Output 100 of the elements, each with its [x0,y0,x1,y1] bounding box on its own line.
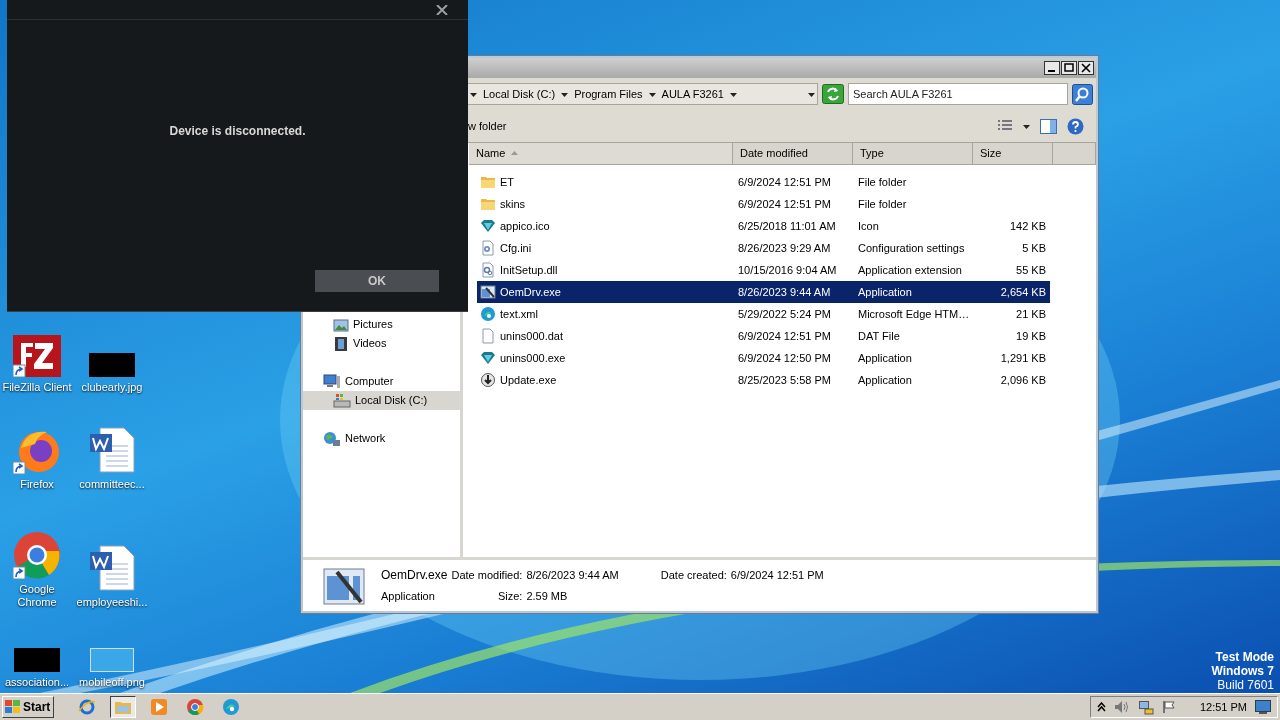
type-cell-text: File folder [857,196,908,212]
start-button[interactable]: Start [2,696,54,718]
file-row[interactable]: ET 6/9/2024 12:51 PM File folder [477,171,1050,193]
file-row[interactable]: unins000.dat 6/9/2024 12:51 PM DAT File 19 KB [477,325,1050,347]
new-folder-button[interactable]: w folder [468,117,507,135]
nav-item[interactable]: Videos [303,334,460,353]
breadcrumb[interactable]: Program Files [574,85,643,103]
type-cell-text: Icon [857,218,880,234]
file-row[interactable]: appico.ico 6/25/2018 11:01 AM Icon 142 KB [477,215,1050,237]
maximize-icon[interactable] [1061,61,1077,75]
type-cell-text: Application extension [857,262,963,278]
ok-button[interactable]: OK [315,270,439,292]
column-header[interactable]: Type [853,143,973,164]
view-options-icon[interactable] [997,119,1013,133]
date-cell-text: 8/26/2023 9:44 AM [737,284,832,300]
detail-value: 6/9/2024 12:51 PM [730,568,824,584]
file-name: OemDrv.exe [500,284,561,300]
gem-icon [480,218,496,234]
installer-icon [480,372,496,388]
play-icon [150,698,168,716]
file-row[interactable]: skins 6/9/2024 12:51 PM File folder [477,193,1050,215]
type-cell-text: Application [857,284,913,300]
type-cell-text: Application [857,350,913,366]
nav-item[interactable]: Computer [303,372,460,391]
file-name: Update.exe [500,372,557,388]
size-cell-text: 2,096 KB [999,372,1047,388]
folder-icon [480,174,496,190]
detail-file-type: Application [381,589,436,605]
pictures-icon [333,316,349,333]
refresh-icon[interactable] [822,84,844,104]
file-name: unins000.dat [500,328,563,344]
file-name: appico.ico [500,218,550,234]
date-cell-text: 6/25/2018 11:01 AM [737,218,837,234]
detail-label: Date created: [659,568,727,584]
desktop-shortcut[interactable]: association... [0,615,74,695]
swirl-logo-icon [480,306,496,322]
column-header[interactable]: Name [469,143,733,164]
view-caret-icon[interactable] [1023,122,1030,130]
size-cell-text: 55 KB [1015,262,1047,278]
ring-logo-icon [186,698,204,716]
preview-pane-icon[interactable] [1040,118,1057,134]
file-name: ET [500,174,515,190]
nav-item[interactable]: Network [303,429,460,448]
application-icon [323,565,367,606]
date-cell-text: 6/9/2024 12:51 PM [737,196,832,212]
date-cell-text: 6/9/2024 12:50 PM [737,350,832,366]
caret-icon[interactable] [729,90,737,98]
build-label: Build 7601 [1217,678,1274,692]
caret-icon[interactable] [561,90,569,98]
close-icon[interactable] [436,4,448,15]
type-cell-text: Application [857,372,913,388]
type-cell-text: Configuration settings [857,240,966,256]
file-row[interactable]: Cfg.ini 8/26/2023 9:29 AM Configuration settings 5 KB [477,237,1050,259]
network-icon [323,430,341,447]
date-cell-text: 6/9/2024 12:51 PM [737,174,832,190]
clock[interactable]: 12:51 PM [1199,698,1247,716]
windows-logo-icon [5,700,21,714]
type-cell-text: File folder [857,174,908,190]
size-cell-text: 21 KB [1015,306,1047,322]
column-header[interactable]: Date modified [733,143,853,164]
column-header[interactable]: Size [973,143,1053,164]
speaker-icon[interactable] [1113,700,1130,714]
help-icon[interactable] [1067,117,1084,135]
close-icon[interactable] [1078,61,1094,75]
network-status-icon[interactable] [1137,699,1154,715]
flag-icon[interactable] [1161,700,1176,714]
size-cell-text: 2,654 KB [999,284,1047,300]
file-name: text.xml [500,306,538,322]
caret-icon[interactable] [648,90,656,98]
nav-item[interactable]: Pictures [303,315,460,334]
dialog-message: Device is disconnected. [169,123,306,140]
size-cell-text: 19 KB [1015,328,1047,344]
file-row[interactable]: InitSetup.dll 10/15/2016 9:04 AM Application extension 55 KB [477,259,1050,281]
size-cell-text: 5 KB [1021,240,1047,256]
search-icon[interactable] [1072,83,1093,105]
folder-icon [480,196,496,212]
file-row[interactable]: text.xml 5/29/2022 5:24 PM Microsoft Edge HTM… 21 KB [477,303,1050,325]
breadcrumb[interactable]: Local Disk (C:) [483,85,556,103]
file-name: Cfg.ini [500,240,532,256]
dropdown-caret-icon[interactable] [808,90,815,98]
settings-file-icon [480,240,496,256]
address-bar[interactable]: Local Disk (C:) Program Files AULA F3261 [467,83,818,105]
search-field[interactable]: Search AULA F3261 [848,83,1068,105]
breadcrumb[interactable]: AULA F3261 [661,85,724,103]
file-row[interactable]: OemDrv.exe 8/26/2023 9:44 AM Application 2,654 KB [477,281,1050,303]
nav-item[interactable]: Local Disk (C:) [303,391,460,410]
caret-icon[interactable] [470,90,477,98]
detail-label: Date modified: [451,568,523,584]
file-name: skins [500,196,526,212]
file-name: unins000.exe [500,350,566,366]
file-row[interactable]: Update.exe 8/25/2023 5:58 PM Application 2,096 KB [477,369,1050,391]
show-desktop-icon[interactable] [1255,700,1271,714]
application-icon [480,284,496,300]
taskbar-app[interactable] [110,696,136,718]
detail-value: 2.59 MB [526,589,569,605]
file-row[interactable]: unins000.exe 6/9/2024 12:50 PM Application 1,291 KB [477,347,1050,369]
test-mode-label: Test Mode [1215,650,1274,664]
date-cell-text: 6/9/2024 12:51 PM [737,328,832,344]
minimize-icon[interactable] [1044,61,1060,75]
chevron-up-icon[interactable] [1096,702,1106,712]
